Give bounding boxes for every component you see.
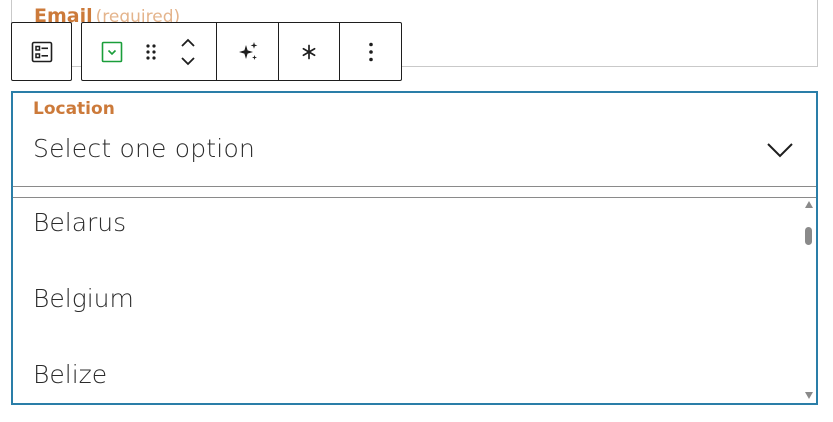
location-label: Location bbox=[33, 99, 115, 119]
required-toggle-button[interactable] bbox=[279, 23, 340, 80]
move-down-icon[interactable] bbox=[179, 56, 197, 68]
divider bbox=[13, 186, 816, 187]
location-select-block[interactable]: Location Select one option Belarus Belgi… bbox=[11, 91, 818, 405]
options-scrollbar[interactable] bbox=[804, 199, 814, 401]
option-belarus[interactable]: Belarus bbox=[33, 208, 126, 237]
select-block-icon bbox=[101, 41, 123, 62]
chevron-down-icon[interactable] bbox=[766, 141, 794, 159]
drag-handle[interactable] bbox=[142, 23, 160, 80]
block-toolbar bbox=[81, 22, 402, 81]
move-buttons bbox=[160, 23, 217, 80]
location-selected-value[interactable]: Select one option bbox=[33, 134, 255, 163]
options-list: Belarus Belgium Belize bbox=[13, 198, 816, 403]
scroll-down-arrow-icon[interactable] bbox=[805, 392, 813, 399]
ai-button[interactable] bbox=[217, 23, 279, 80]
block-toolbar-parent bbox=[11, 22, 72, 81]
form-block-icon bbox=[31, 41, 52, 62]
sparkles-icon bbox=[238, 41, 257, 60]
scroll-up-arrow-icon[interactable] bbox=[805, 201, 813, 208]
option-belgium[interactable]: Belgium bbox=[33, 284, 134, 313]
option-belize[interactable]: Belize bbox=[33, 360, 107, 389]
select-block-button[interactable] bbox=[82, 23, 142, 80]
form-block-button[interactable] bbox=[12, 23, 71, 80]
drag-handle-icon bbox=[146, 43, 156, 60]
asterisk-icon bbox=[302, 44, 316, 59]
move-up-icon[interactable] bbox=[179, 36, 197, 48]
more-options-icon bbox=[368, 42, 373, 61]
scrollbar-thumb[interactable] bbox=[805, 227, 812, 245]
more-options-button[interactable] bbox=[340, 23, 401, 80]
